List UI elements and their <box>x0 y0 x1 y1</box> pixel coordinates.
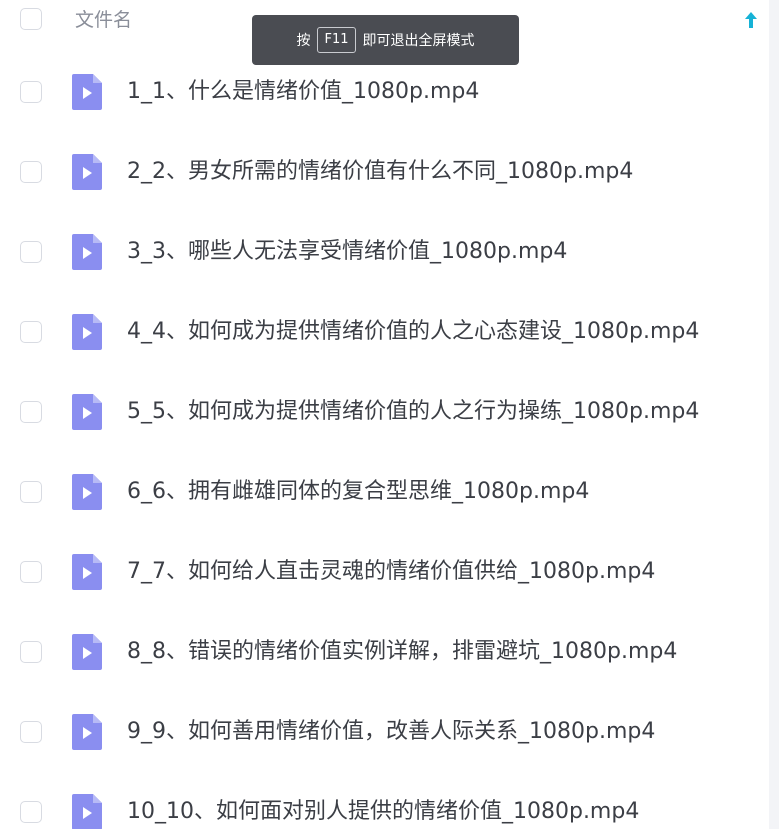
video-file-icon <box>72 634 102 670</box>
file-name[interactable]: 5_5、如何成为提供情绪价值的人之行为操练_1080p.mp4 <box>127 398 699 426</box>
row-checkbox[interactable] <box>20 561 42 583</box>
file-row[interactable]: 4_4、如何成为提供情绪价值的人之心态建设_1080p.mp4 <box>0 292 769 372</box>
video-file-icon <box>72 314 102 350</box>
video-file-icon <box>72 474 102 510</box>
row-checkbox[interactable] <box>20 161 42 183</box>
video-file-icon <box>72 794 102 829</box>
video-file-icon <box>72 394 102 430</box>
file-row[interactable]: 10_10、如何面对别人提供的情绪价值_1080p.mp4 <box>0 772 769 829</box>
row-checkbox[interactable] <box>20 81 42 103</box>
file-list-page: 文件名 按 F11 即可退出全屏模式 1_1、什么是情绪价值_1080p.mp4… <box>0 0 779 829</box>
file-name[interactable]: 8_8、错误的情绪价值实例详解，排雷避坑_1080p.mp4 <box>127 638 677 666</box>
video-file-icon <box>72 554 102 590</box>
video-file-icon <box>72 74 102 110</box>
row-checkbox[interactable] <box>20 321 42 343</box>
row-checkbox[interactable] <box>20 241 42 263</box>
video-file-icon <box>72 154 102 190</box>
toast-suffix: 即可退出全屏模式 <box>362 33 475 49</box>
file-row[interactable]: 9_9、如何善用情绪价值，改善人际关系_1080p.mp4 <box>0 692 769 772</box>
file-row[interactable]: 7_7、如何给人直击灵魂的情绪价值供给_1080p.mp4 <box>0 532 769 612</box>
toast-key-f11: F11 <box>317 27 356 53</box>
file-row[interactable]: 5_5、如何成为提供情绪价值的人之行为操练_1080p.mp4 <box>0 372 769 452</box>
row-checkbox[interactable] <box>20 481 42 503</box>
file-name[interactable]: 6_6、拥有雌雄同体的复合型思维_1080p.mp4 <box>127 478 589 506</box>
row-checkbox[interactable] <box>20 801 42 823</box>
file-name[interactable]: 2_2、男女所需的情绪价值有什么不同_1080p.mp4 <box>127 158 633 186</box>
file-name[interactable]: 9_9、如何善用情绪价值，改善人际关系_1080p.mp4 <box>127 718 655 746</box>
scrollbar-track[interactable] <box>769 0 779 829</box>
file-row[interactable]: 1_1、什么是情绪价值_1080p.mp4 <box>0 52 769 132</box>
toast-prefix: 按 <box>296 33 311 49</box>
file-row[interactable]: 2_2、男女所需的情绪价值有什么不同_1080p.mp4 <box>0 132 769 212</box>
file-row[interactable]: 8_8、错误的情绪价值实例详解，排雷避坑_1080p.mp4 <box>0 612 769 692</box>
video-file-icon <box>72 714 102 750</box>
file-list: 1_1、什么是情绪价值_1080p.mp4 2_2、男女所需的情绪价值有什么不同_… <box>0 52 769 829</box>
video-file-icon <box>72 234 102 270</box>
file-name[interactable]: 3_3、哪些人无法享受情绪价值_1080p.mp4 <box>127 238 567 266</box>
arrow-up-icon[interactable] <box>741 9 761 31</box>
row-checkbox[interactable] <box>20 721 42 743</box>
select-all-checkbox[interactable] <box>20 8 42 30</box>
file-name[interactable]: 1_1、什么是情绪价值_1080p.mp4 <box>127 78 479 106</box>
row-checkbox[interactable] <box>20 641 42 663</box>
file-row[interactable]: 3_3、哪些人无法享受情绪价值_1080p.mp4 <box>0 212 769 292</box>
file-name[interactable]: 7_7、如何给人直击灵魂的情绪价值供给_1080p.mp4 <box>127 558 655 586</box>
file-row[interactable]: 6_6、拥有雌雄同体的复合型思维_1080p.mp4 <box>0 452 769 532</box>
row-checkbox[interactable] <box>20 401 42 423</box>
file-name[interactable]: 4_4、如何成为提供情绪价值的人之心态建设_1080p.mp4 <box>127 318 699 346</box>
column-header-filename[interactable]: 文件名 <box>75 8 132 32</box>
file-name[interactable]: 10_10、如何面对别人提供的情绪价值_1080p.mp4 <box>127 798 639 826</box>
